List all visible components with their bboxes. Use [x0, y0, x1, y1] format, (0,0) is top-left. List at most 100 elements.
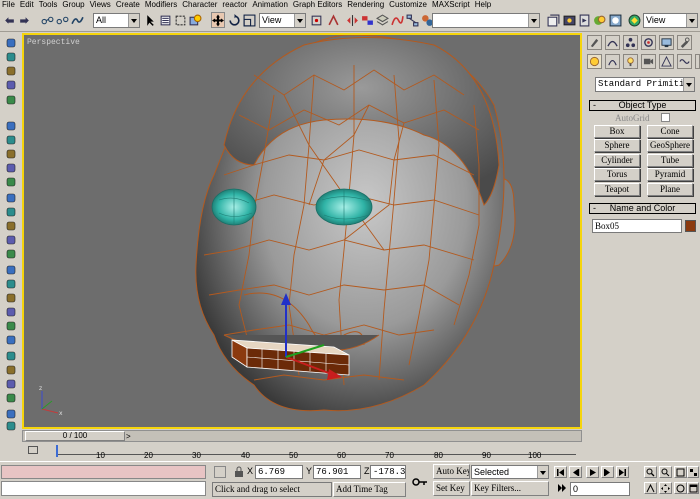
create-donut-icon[interactable]	[4, 319, 18, 332]
create-tube-icon[interactable]	[4, 147, 18, 160]
render-last-icon[interactable]	[577, 12, 591, 28]
name-and-color-rollout-header[interactable]: - Name and Color	[589, 203, 696, 214]
key-mode-dropdown[interactable]: Selected	[471, 465, 549, 479]
pan-icon[interactable]	[659, 482, 672, 494]
menu-file[interactable]: File	[0, 0, 18, 10]
menu-graph-editors[interactable]: Graph Editors	[291, 0, 345, 10]
quick-render-icon[interactable]	[562, 12, 576, 28]
selection-lock-icon[interactable]	[214, 466, 226, 478]
curve-editor-icon[interactable]	[390, 12, 404, 28]
modify-tab-icon[interactable]	[605, 35, 620, 50]
create-helix-icon[interactable]	[4, 277, 18, 290]
create-star-icon[interactable]	[4, 263, 18, 276]
sphere-button[interactable]: Sphere	[594, 139, 640, 152]
create-rectangle-icon[interactable]	[4, 291, 18, 304]
lights-category-icon[interactable]	[623, 54, 638, 69]
menu-group[interactable]: Group	[60, 0, 87, 10]
perspective-viewport[interactable]: Perspective z x	[22, 33, 582, 429]
track-bar[interactable]: 10 20 30 40 50 60 70 80 90 100	[22, 443, 582, 461]
create-cylinder-icon[interactable]	[4, 64, 18, 77]
category-dropdown[interactable]: Standard Primitiv	[595, 77, 695, 92]
select-by-name-icon[interactable]	[158, 12, 172, 28]
create-geosphere-icon[interactable]	[4, 133, 18, 146]
z-coordinate-field[interactable]: -178.36	[370, 465, 406, 479]
set-key-icon[interactable]	[409, 472, 431, 492]
torus-button[interactable]: Torus	[594, 168, 640, 181]
bind-space-warp-icon[interactable]	[70, 12, 84, 28]
display-tab-icon[interactable]	[659, 35, 674, 50]
rectangular-selection-icon[interactable]	[173, 12, 187, 28]
menu-create[interactable]: Create	[114, 0, 143, 10]
create-tab-icon[interactable]	[587, 35, 602, 50]
extrude-icon[interactable]	[4, 419, 18, 432]
cylinder-button[interactable]: Cylinder	[594, 154, 640, 167]
select-and-rotate-icon[interactable]	[227, 12, 241, 28]
create-system-icon[interactable]	[4, 391, 18, 404]
time-slider-thumb[interactable]: 0 / 100	[25, 431, 125, 441]
menu-tools[interactable]: Tools	[37, 0, 61, 10]
align-icon[interactable]	[360, 12, 374, 28]
autogrid-checkbox[interactable]	[661, 113, 670, 122]
pivot-center-icon[interactable]	[309, 12, 323, 28]
object-name-field[interactable]: Box05	[592, 219, 682, 233]
auto-key-button[interactable]: Auto Key	[433, 464, 470, 479]
mirror-icon[interactable]	[345, 12, 359, 28]
create-text-icon[interactable]	[4, 191, 18, 204]
create-cone-icon[interactable]	[4, 119, 18, 132]
window-crossing-icon[interactable]	[188, 12, 202, 28]
menu-help[interactable]: Help	[473, 0, 494, 10]
render-scene-icon[interactable]	[546, 12, 560, 28]
select-and-scale-icon[interactable]	[242, 12, 256, 28]
cameras-category-icon[interactable]	[641, 54, 656, 69]
zoom-icon[interactable]	[644, 466, 657, 478]
object-type-rollout-header[interactable]: - Object Type	[589, 100, 696, 111]
maxscript-listener-mini[interactable]	[1, 465, 206, 479]
undo-icon[interactable]	[2, 12, 16, 28]
create-ngon-icon[interactable]	[4, 247, 18, 260]
go-to-end-icon[interactable]	[616, 466, 629, 478]
layer-manager-icon[interactable]	[375, 12, 389, 28]
selection-filter-dropdown[interactable]: All	[93, 13, 140, 28]
active-shade-icon[interactable]	[608, 12, 622, 28]
create-line-icon[interactable]	[4, 205, 18, 218]
redo-icon[interactable]	[17, 12, 31, 28]
create-circle-icon[interactable]	[4, 219, 18, 232]
field-of-view-icon[interactable]	[644, 482, 657, 494]
mini-curve-editor-icon[interactable]	[28, 446, 38, 454]
space-warps-category-icon[interactable]	[677, 54, 692, 69]
create-spacewarp-icon[interactable]	[4, 377, 18, 390]
menu-character[interactable]: Character	[180, 0, 220, 10]
helpers-category-icon[interactable]	[659, 54, 674, 69]
previous-frame-icon[interactable]	[569, 466, 582, 478]
create-light-icon[interactable]	[4, 333, 18, 346]
plane-button[interactable]: Plane	[647, 183, 693, 196]
y-coordinate-field[interactable]: 76.901	[313, 465, 361, 479]
create-sphere-icon[interactable]	[4, 50, 18, 63]
zoom-extents-icon[interactable]	[674, 466, 687, 478]
named-selection-sets-dropdown[interactable]	[432, 13, 540, 28]
zoom-all-icon[interactable]	[659, 466, 672, 478]
create-ellipse-icon[interactable]	[4, 305, 18, 318]
cone-button[interactable]: Cone	[647, 125, 693, 138]
create-camera-icon[interactable]	[4, 349, 18, 362]
create-box-icon[interactable]	[4, 36, 18, 49]
systems-category-icon[interactable]	[695, 54, 700, 69]
go-to-start-icon[interactable]	[554, 466, 567, 478]
menu-edit[interactable]: Edit	[18, 0, 37, 10]
create-helper-icon[interactable]	[4, 363, 18, 376]
object-color-swatch[interactable]	[685, 220, 696, 232]
schematic-view-icon[interactable]	[405, 12, 419, 28]
maxscript-input[interactable]	[1, 481, 206, 496]
menu-animation[interactable]: Animation	[250, 0, 291, 10]
time-slider[interactable]: 0 / 100 >	[22, 430, 582, 442]
menu-views[interactable]: Views	[88, 0, 114, 10]
select-object-icon[interactable]	[143, 12, 157, 28]
render-region-icon[interactable]	[592, 12, 606, 28]
next-frame-arrow[interactable]: >	[126, 432, 131, 441]
select-and-manipulate-icon[interactable]	[326, 12, 340, 28]
play-icon[interactable]	[586, 466, 599, 478]
menu-rendering[interactable]: Rendering	[345, 0, 387, 10]
create-arc-icon[interactable]	[4, 233, 18, 246]
lock-icon[interactable]	[233, 466, 245, 478]
create-teapot-icon[interactable]	[4, 93, 18, 106]
